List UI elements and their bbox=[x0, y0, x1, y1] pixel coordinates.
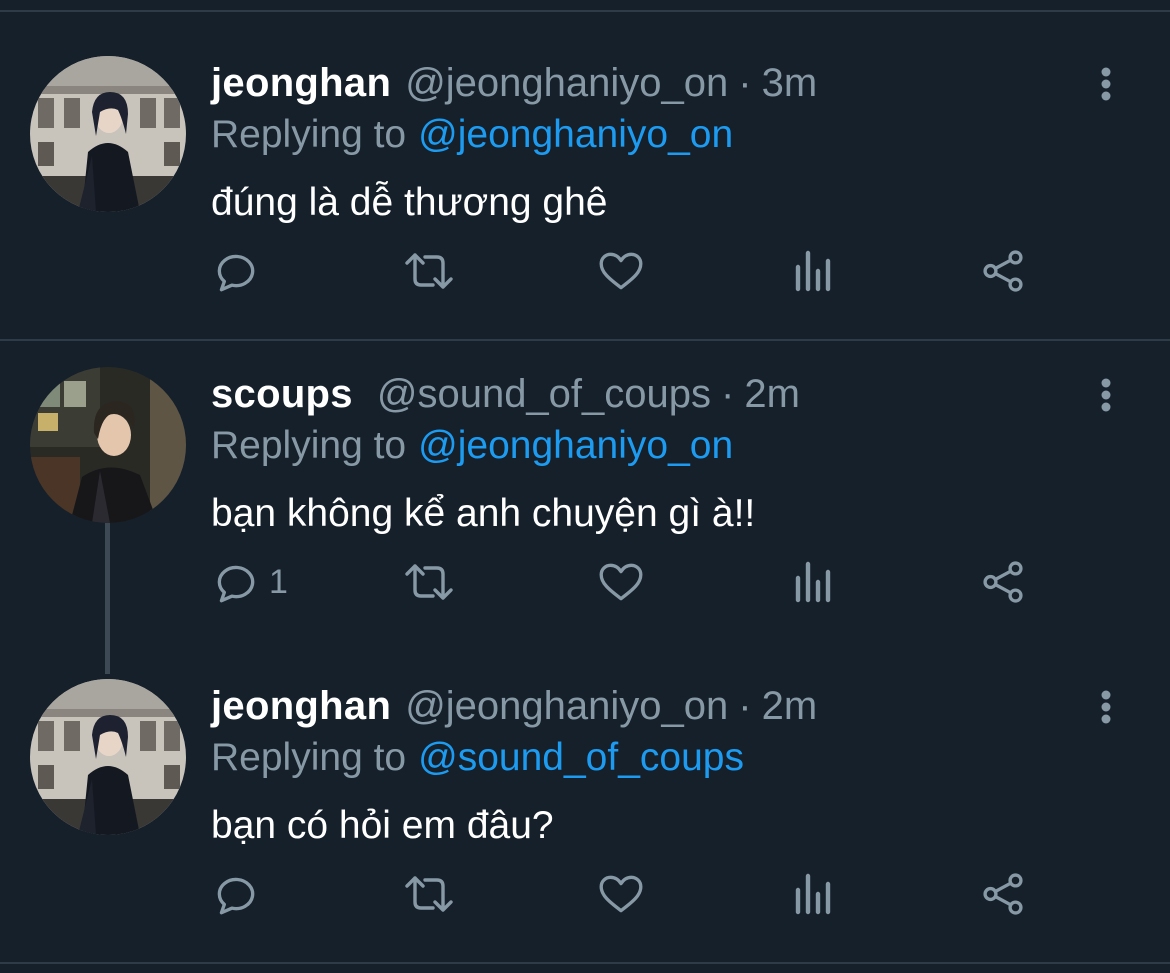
separator-dot: · bbox=[721, 372, 735, 416]
timestamp[interactable]: 2m bbox=[744, 367, 800, 421]
like-icon bbox=[596, 246, 646, 296]
retweet-button[interactable] bbox=[401, 864, 457, 924]
user-handle[interactable]: @jeonghaniyo_on bbox=[405, 679, 728, 733]
replying-to: Replying to @jeonghaniyo_on bbox=[211, 108, 733, 162]
tweet-text: bạn không kể anh chuyện gì à!! bbox=[211, 492, 756, 535]
tweet-header: scoups @sound_of_coups · 2m bbox=[211, 367, 800, 421]
share-icon bbox=[978, 869, 1028, 919]
tweet[interactable]: scoups @sound_of_coups · 2m Replying to @… bbox=[0, 367, 1170, 647]
replying-to-link[interactable]: @sound_of_coups bbox=[418, 736, 744, 779]
reply-icon bbox=[211, 246, 261, 296]
user-handle[interactable]: @jeonghaniyo_on bbox=[405, 56, 728, 110]
like-button[interactable] bbox=[596, 552, 646, 612]
retweet-button[interactable] bbox=[401, 241, 457, 301]
divider bbox=[0, 339, 1170, 341]
divider bbox=[0, 10, 1170, 12]
replying-to-label: Replying to bbox=[211, 424, 407, 467]
tweet-header: jeonghan @jeonghaniyo_on · 2m bbox=[211, 679, 817, 733]
display-name[interactable]: scoups bbox=[211, 367, 353, 421]
display-name[interactable]: jeonghan bbox=[211, 679, 391, 733]
tweet-text: bạn có hỏi em đâu? bbox=[211, 804, 554, 847]
like-icon bbox=[596, 869, 646, 919]
tweet[interactable]: jeonghan @jeonghaniyo_on · 2m Replying t… bbox=[0, 679, 1170, 959]
analytics-icon bbox=[790, 557, 834, 607]
reply-button[interactable] bbox=[211, 864, 269, 924]
replying-to: Replying to @jeonghaniyo_on bbox=[211, 419, 733, 473]
action-bar bbox=[0, 241, 1170, 301]
reply-icon bbox=[211, 557, 261, 607]
tweet-header: jeonghan @jeonghaniyo_on · 3m bbox=[211, 56, 817, 110]
retweet-icon bbox=[401, 869, 457, 919]
reply-count: 1 bbox=[269, 563, 288, 601]
timestamp[interactable]: 3m bbox=[762, 56, 818, 110]
separator-dot: · bbox=[738, 61, 752, 105]
share-icon bbox=[978, 246, 1028, 296]
like-icon bbox=[596, 557, 646, 607]
avatar[interactable] bbox=[30, 367, 186, 523]
like-button[interactable] bbox=[596, 241, 646, 301]
replying-to-label: Replying to bbox=[211, 113, 407, 156]
more-icon[interactable] bbox=[1088, 687, 1124, 727]
more-icon[interactable] bbox=[1088, 375, 1124, 415]
avatar[interactable] bbox=[30, 679, 186, 835]
display-name[interactable]: jeonghan bbox=[211, 56, 391, 110]
avatar[interactable] bbox=[30, 56, 186, 212]
share-icon bbox=[978, 557, 1028, 607]
action-bar bbox=[0, 864, 1170, 924]
analytics-icon bbox=[790, 869, 834, 919]
retweet-icon bbox=[401, 557, 457, 607]
replying-to-link[interactable]: @jeonghaniyo_on bbox=[418, 113, 733, 156]
divider bbox=[0, 962, 1170, 964]
like-button[interactable] bbox=[596, 864, 646, 924]
retweet-icon bbox=[401, 246, 457, 296]
share-button[interactable] bbox=[978, 864, 1028, 924]
analytics-icon bbox=[790, 246, 834, 296]
tweet[interactable]: jeonghan @jeonghaniyo_on · 3m Replying t… bbox=[0, 56, 1170, 336]
timestamp[interactable]: 2m bbox=[762, 679, 818, 733]
tweet-text: đúng là dễ thương ghê bbox=[211, 181, 608, 224]
retweet-button[interactable] bbox=[401, 552, 457, 612]
reply-thread: jeonghan @jeonghaniyo_on · 3m Replying t… bbox=[0, 0, 1170, 973]
reply-button[interactable]: 1 bbox=[211, 552, 288, 612]
analytics-button[interactable] bbox=[790, 241, 834, 301]
replying-to: Replying to @sound_of_coups bbox=[211, 731, 744, 785]
separator-dot: · bbox=[738, 684, 752, 728]
reply-button[interactable] bbox=[211, 241, 269, 301]
analytics-button[interactable] bbox=[790, 552, 834, 612]
more-icon[interactable] bbox=[1088, 64, 1124, 104]
user-handle[interactable]: @sound_of_coups bbox=[377, 367, 711, 421]
replying-to-link[interactable]: @jeonghaniyo_on bbox=[418, 424, 733, 467]
share-button[interactable] bbox=[978, 241, 1028, 301]
share-button[interactable] bbox=[978, 552, 1028, 612]
replying-to-label: Replying to bbox=[211, 736, 407, 779]
reply-icon bbox=[211, 869, 261, 919]
action-bar: 1 bbox=[0, 552, 1170, 612]
analytics-button[interactable] bbox=[790, 864, 834, 924]
